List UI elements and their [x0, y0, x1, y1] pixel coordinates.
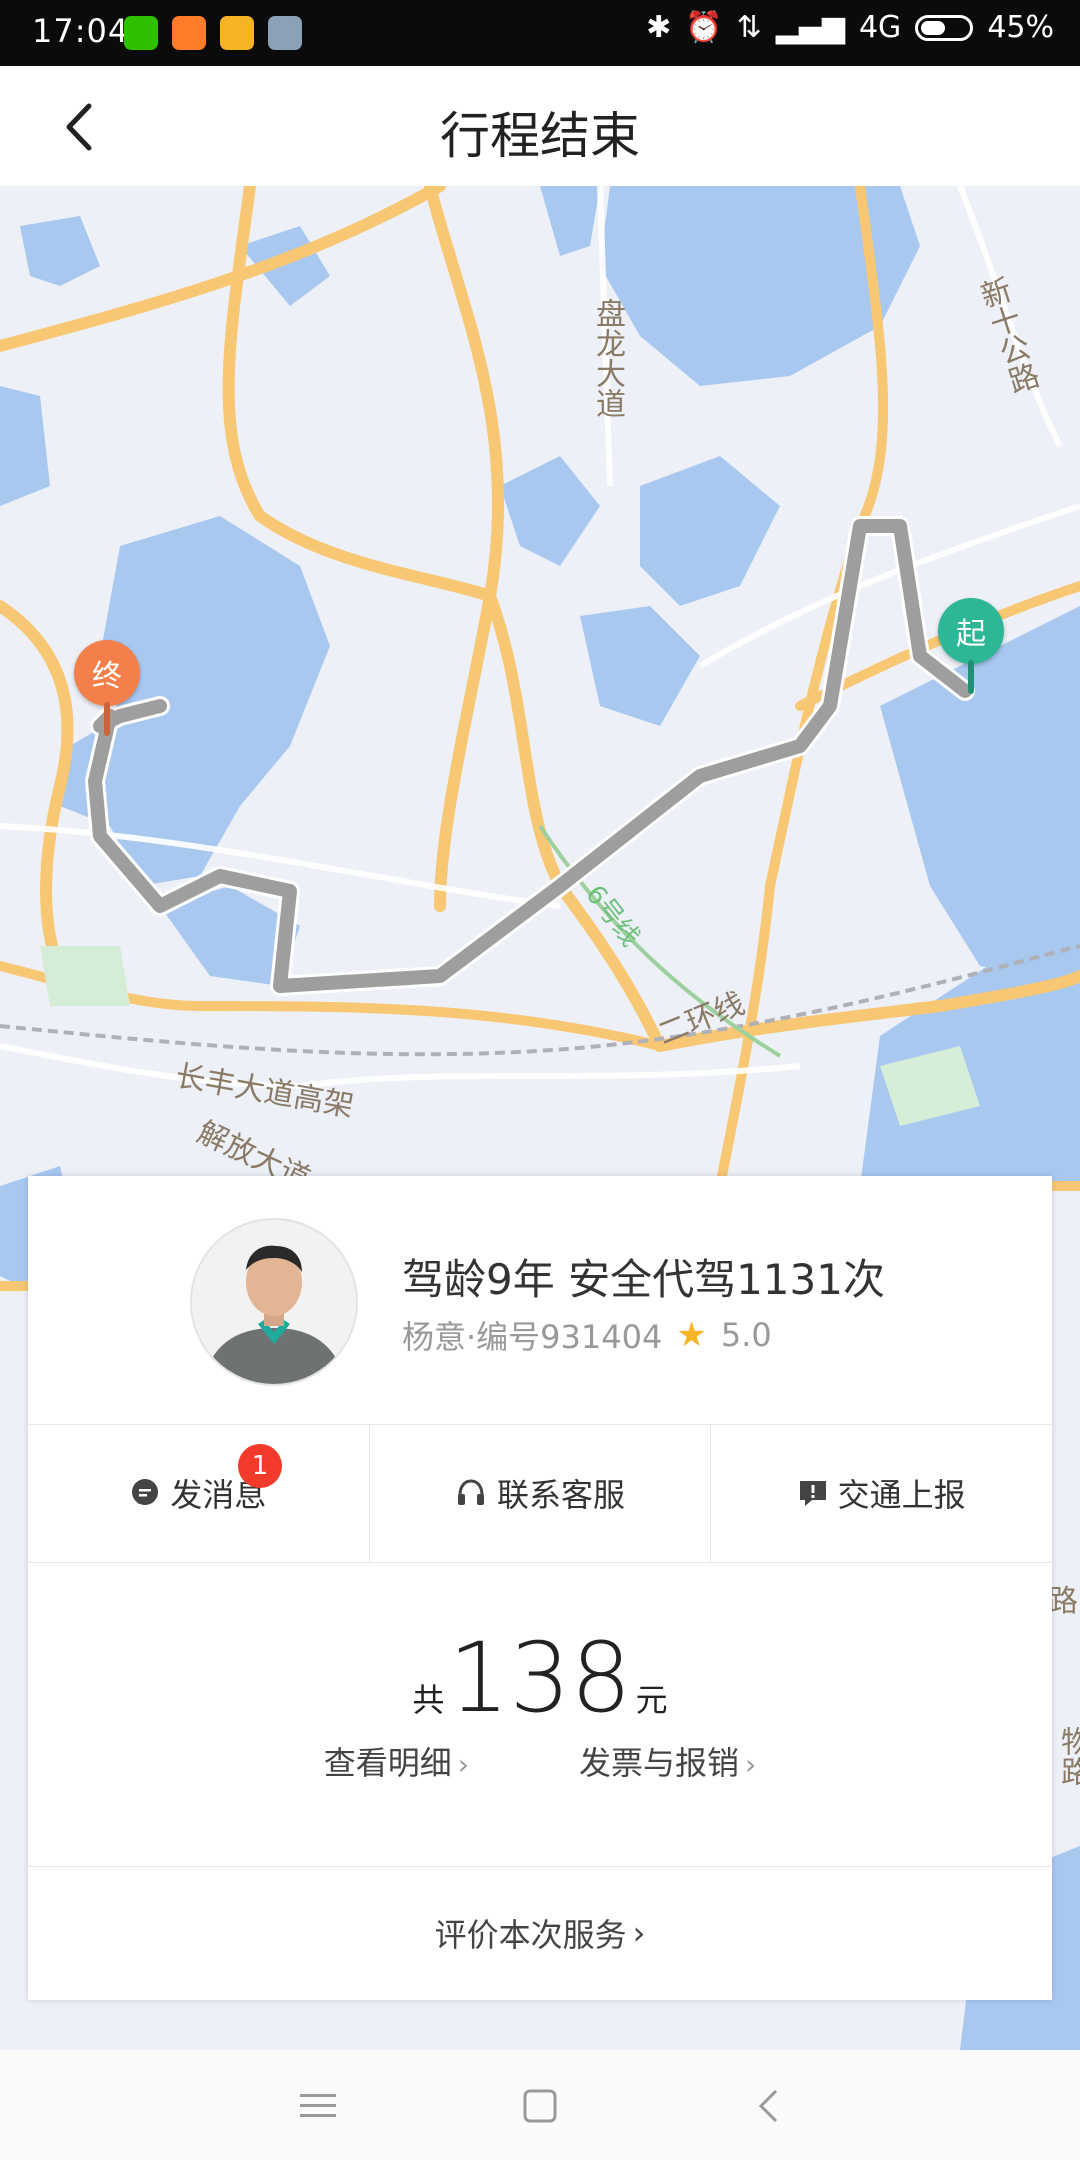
star-icon: ★: [676, 1315, 707, 1355]
rate-service-label: 评价本次服务: [434, 1916, 627, 1954]
chevron-right-icon: ›: [457, 1748, 469, 1781]
action-row: 发消息 1 联系客服 交通上报: [28, 1424, 1052, 1563]
unread-badge: 1: [238, 1444, 282, 1488]
battery-percent: 45%: [987, 10, 1054, 45]
end-pin-label: 终: [92, 659, 122, 694]
status-time: 17:04: [32, 12, 130, 50]
driver-info: 驾龄9年 安全代驾1131次 杨意·编号931404 ★ 5.0: [28, 1176, 1052, 1425]
end-pin[interactable]: 终: [74, 640, 140, 706]
driver-subline: 杨意·编号931404 ★ 5.0: [402, 1312, 772, 1358]
headset-icon: [458, 1479, 484, 1505]
calculator-icon: [268, 16, 302, 50]
network-type: 4G: [858, 10, 902, 45]
contact-support-label: 联系客服: [497, 1476, 626, 1514]
status-right: ✱ ⏰ ⇅ ▂▄▆ 4G 45%: [646, 10, 1054, 45]
end-pin-stem: [104, 702, 110, 736]
road-label-edge-2: 物路: [1055, 1726, 1080, 1786]
traffic-report-label: 交通上报: [837, 1476, 966, 1514]
price-amount: 138: [448, 1622, 632, 1734]
price-links: 查看明细 › 发票与报销 ›: [28, 1738, 1052, 1784]
total-price: 共138 元: [28, 1622, 1052, 1734]
road-label-panlong: 盘龙大道: [590, 298, 625, 418]
title-bar: 行程结束: [0, 66, 1080, 187]
send-message-button[interactable]: 发消息 1: [28, 1424, 369, 1562]
alarm-icon: ⏰: [685, 10, 723, 45]
bluetooth-icon: ✱: [646, 10, 672, 45]
menu-button[interactable]: [290, 2078, 346, 2134]
traffic-report-button[interactable]: 交通上报: [710, 1424, 1052, 1562]
invoice-link[interactable]: 发票与报销 ›: [579, 1738, 756, 1784]
driver-rating: 5.0: [720, 1316, 772, 1354]
chevron-right-icon: ›: [632, 1914, 646, 1952]
page-title: 行程结束: [440, 107, 640, 165]
contact-support-button[interactable]: 联系客服: [368, 1424, 711, 1562]
driver-headline: 驾龄9年 安全代驾1131次: [402, 1255, 885, 1304]
start-pin-label: 起: [956, 617, 986, 652]
back-icon: [758, 2089, 778, 2123]
start-pin-stem: [968, 660, 974, 694]
report-icon: [799, 1481, 826, 1506]
status-bar: 17:04 ✱ ⏰ ⇅ ▂▄▆ 4G 45%: [0, 0, 1080, 66]
rate-service-button[interactable]: 评价本次服务 ›: [28, 1866, 1052, 2000]
view-details-link[interactable]: 查看明细 ›: [324, 1738, 469, 1784]
price-section: 共138 元 查看明细 › 发票与报销 ›: [28, 1562, 1052, 1867]
trip-summary-card: 驾龄9年 安全代驾1131次 杨意·编号931404 ★ 5.0 发消息 1 联…: [28, 1176, 1052, 2000]
green-areas: [40, 946, 980, 1126]
battery-icon: [915, 14, 974, 41]
app-notification-icon: [172, 16, 206, 50]
price-unit: 元: [635, 1681, 668, 1719]
start-pin[interactable]: 起: [938, 598, 1004, 664]
menu-icon: [300, 2094, 336, 2117]
app-notification-icon: [220, 16, 254, 50]
signal-icon: ▂▄▆: [775, 10, 845, 45]
invoice-label: 发票与报销: [579, 1744, 740, 1782]
message-icon: [132, 1479, 159, 1505]
system-navigation-bar: [0, 2050, 1080, 2160]
chevron-right-icon: ›: [745, 1748, 757, 1781]
driver-avatar[interactable]: [190, 1218, 358, 1386]
price-prefix: 共: [412, 1681, 445, 1719]
home-button[interactable]: [512, 2078, 568, 2134]
notification-icons: [124, 16, 302, 50]
driver-id: 杨意·编号931404: [402, 1318, 663, 1356]
wechat-icon: [124, 16, 158, 50]
home-icon: [523, 2089, 557, 2123]
avatar-image: [192, 1220, 356, 1384]
view-details-label: 查看明细: [323, 1744, 452, 1782]
road-label-edge: 路: [1048, 1584, 1078, 1619]
system-back-button[interactable]: [740, 2078, 796, 2134]
data-transfer-icon: ⇅: [736, 10, 762, 45]
